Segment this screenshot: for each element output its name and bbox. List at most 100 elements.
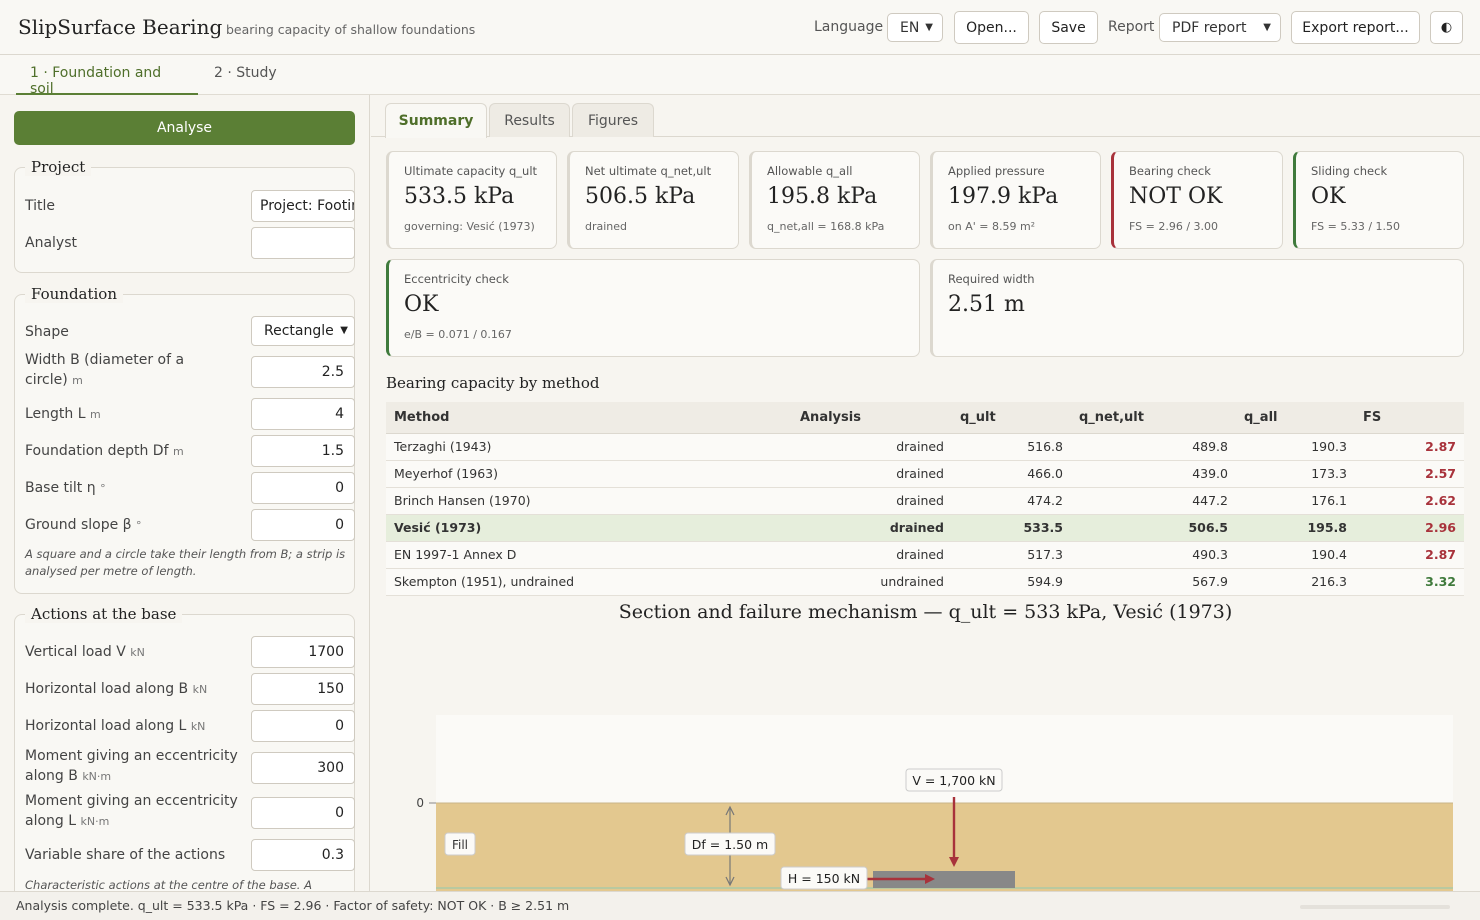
fs-value: 2.57 — [1425, 466, 1456, 481]
tilt-label: Base tilt η ° — [25, 478, 225, 499]
hb-label-text: Horizontal load along B — [25, 681, 189, 697]
fs-cell: 2.57 — [1355, 460, 1464, 488]
analysis-cell: drained — [792, 460, 952, 488]
method-cell: Skempton (1951), undrained — [386, 568, 792, 596]
card-sub: FS = 2.96 / 3.00 — [1129, 220, 1219, 233]
tab-study[interactable]: 2 · Study — [200, 65, 291, 95]
card-label: Required width — [948, 272, 1035, 286]
depth-label: Df = 1.50 m — [692, 837, 768, 852]
mb-label-text: Moment giving an eccentricity along B — [25, 748, 238, 784]
project-fieldset: Project Title Project: Footing F-4 Analy… — [14, 158, 355, 273]
depth-input[interactable]: 1.5 — [251, 435, 355, 467]
vload-unit: kN — [130, 646, 145, 659]
fs-cell: 2.62 — [1355, 487, 1464, 515]
vload-label-text: Vertical load V — [25, 644, 126, 660]
analyst-input[interactable] — [251, 227, 355, 259]
analyst-label: Analyst — [25, 235, 77, 251]
card-sub: governing: Vesić (1973) — [404, 220, 535, 233]
open-button[interactable]: Open... — [954, 11, 1029, 44]
card-label: Ultimate capacity q_ult — [404, 164, 538, 178]
shape-select[interactable]: Rectangle ▼ — [251, 316, 355, 346]
ml-unit: kN·m — [80, 815, 110, 828]
depth-unit: m — [172, 445, 184, 458]
language-select[interactable]: EN ▼ — [887, 13, 943, 42]
card-ultimate-capacity: Ultimate capacity q_ult 533.5 kPa govern… — [386, 151, 557, 249]
fs-cell: 3.32 — [1355, 568, 1464, 596]
table-header-row: Method Analysis q_ult q_net,ult q_all FS — [386, 402, 1464, 434]
export-report-button[interactable]: Export report... — [1291, 11, 1420, 44]
table-row[interactable]: Brinch Hansen (1970) drained 474.2 447.2 176… — [386, 487, 1464, 515]
analysis-cell: drained — [792, 514, 952, 542]
fs-value: 2.87 — [1425, 547, 1456, 562]
hb-input[interactable]: 150 — [251, 673, 355, 705]
card-value: OK — [1311, 184, 1346, 209]
slope-input[interactable]: 0 — [251, 509, 355, 541]
slope-label: Ground slope β ° — [25, 515, 225, 536]
width-input[interactable]: 2.5 — [251, 356, 355, 388]
save-button[interactable]: Save — [1039, 11, 1098, 44]
header-fs[interactable]: FS — [1355, 402, 1464, 434]
status-text: Analysis complete. q_ult = 533.5 kPa · F… — [16, 898, 570, 913]
mb-input[interactable]: 300 — [251, 752, 355, 784]
length-label-text: Length L — [25, 406, 86, 422]
fs-cell: 2.96 — [1355, 514, 1464, 542]
vload-label: Vertical load V kN — [25, 642, 225, 663]
tab-results[interactable]: Results — [489, 103, 570, 137]
q-all-cell: 216.3 — [1236, 568, 1355, 596]
q-ult-cell: 594.9 — [952, 568, 1071, 596]
card-bearing-check: Bearing check NOT OK FS = 2.96 / 3.00 — [1111, 151, 1283, 249]
length-unit: m — [90, 408, 101, 421]
table-row[interactable]: EN 1997-1 Annex Ddrained 517.3 490.3 190.4 2… — [386, 541, 1464, 569]
vload-input[interactable]: 1700 — [251, 636, 355, 668]
header-q-all[interactable]: q_all — [1236, 402, 1355, 434]
table-row[interactable]: Terzaghi (1943) drained 516.8 489.8 190.3 2.8… — [386, 433, 1464, 461]
q-all-cell: 176.1 — [1236, 487, 1355, 515]
tilt-label-text: Base tilt η — [25, 480, 96, 496]
header-q-net-ult[interactable]: q_net,ult — [1071, 402, 1236, 434]
fs-cell: 2.87 — [1355, 433, 1464, 461]
input-sidebar: Analyse Project Title Project: Footing F… — [0, 95, 370, 891]
card-applied-pressure: Applied pressure 197.9 kPa on A' = 8.59 … — [930, 151, 1101, 249]
hl-label: Horizontal load along L kN — [25, 716, 225, 737]
slope-label-text: Ground slope β — [25, 517, 132, 533]
analysis-cell: undrained — [792, 568, 952, 596]
table-row[interactable]: Skempton (1951), undrained undrained 594.9… — [386, 568, 1464, 596]
card-sub: drained — [585, 220, 628, 233]
q-net-ult-cell: 490.3 — [1071, 541, 1236, 569]
header-analysis[interactable]: Analysis — [792, 402, 952, 434]
var-input[interactable]: 0.3 — [251, 839, 355, 871]
title-input[interactable]: Project: Footing F-4 — [251, 190, 355, 222]
analyse-button[interactable]: Analyse — [14, 111, 355, 145]
ml-input[interactable]: 0 — [251, 797, 355, 829]
table-row[interactable]: Vesić (1973) drained 533.5 506.5 195.8 2.96 — [386, 514, 1464, 542]
table-row[interactable]: Meyerhof (1963) drained 466.0 439.0 173.3 2.5… — [386, 460, 1464, 488]
header-q-ult[interactable]: q_ult — [952, 402, 1071, 434]
report-label: Report — [1108, 19, 1155, 35]
card-net-ultimate: Net ultimate q_net,ult 506.5 kPa drained — [567, 151, 739, 249]
chevron-down-icon: ▼ — [340, 325, 348, 336]
hl-input[interactable]: 0 — [251, 710, 355, 742]
length-label: Length L m — [25, 404, 225, 425]
report-value: PDF report — [1172, 19, 1247, 36]
card-label: Eccentricity check — [404, 272, 509, 286]
chevron-down-icon: ▼ — [1263, 22, 1271, 33]
tilt-input[interactable]: 0 — [251, 472, 355, 504]
report-select[interactable]: PDF report ▼ — [1159, 13, 1281, 42]
tab-summary[interactable]: Summary — [385, 103, 487, 138]
width-unit: m — [72, 374, 83, 387]
foundation-legend: Foundation — [25, 285, 124, 303]
header-method[interactable]: Method — [386, 402, 792, 434]
q-all-cell: 190.4 — [1236, 541, 1355, 569]
theme-toggle-icon[interactable]: ◐ — [1430, 11, 1463, 44]
tab-figures[interactable]: Figures — [572, 103, 654, 137]
tab-foundation-and-soil[interactable]: 1 · Foundation and soil — [16, 65, 198, 97]
foundation-fieldset: Foundation Shape Rectangle ▼ Width B (di… — [14, 285, 355, 594]
depth-label-text: Foundation depth Df — [25, 443, 169, 459]
card-label: Net ultimate q_net,ult — [585, 164, 712, 178]
length-input[interactable]: 4 — [251, 398, 355, 430]
hl-label-text: Horizontal load along L — [25, 718, 187, 734]
method-cell: Brinch Hansen (1970) — [386, 487, 792, 515]
shape-label: Shape — [25, 324, 69, 340]
fs-cell: 2.87 — [1355, 541, 1464, 569]
fs-value: 3.32 — [1425, 574, 1456, 589]
